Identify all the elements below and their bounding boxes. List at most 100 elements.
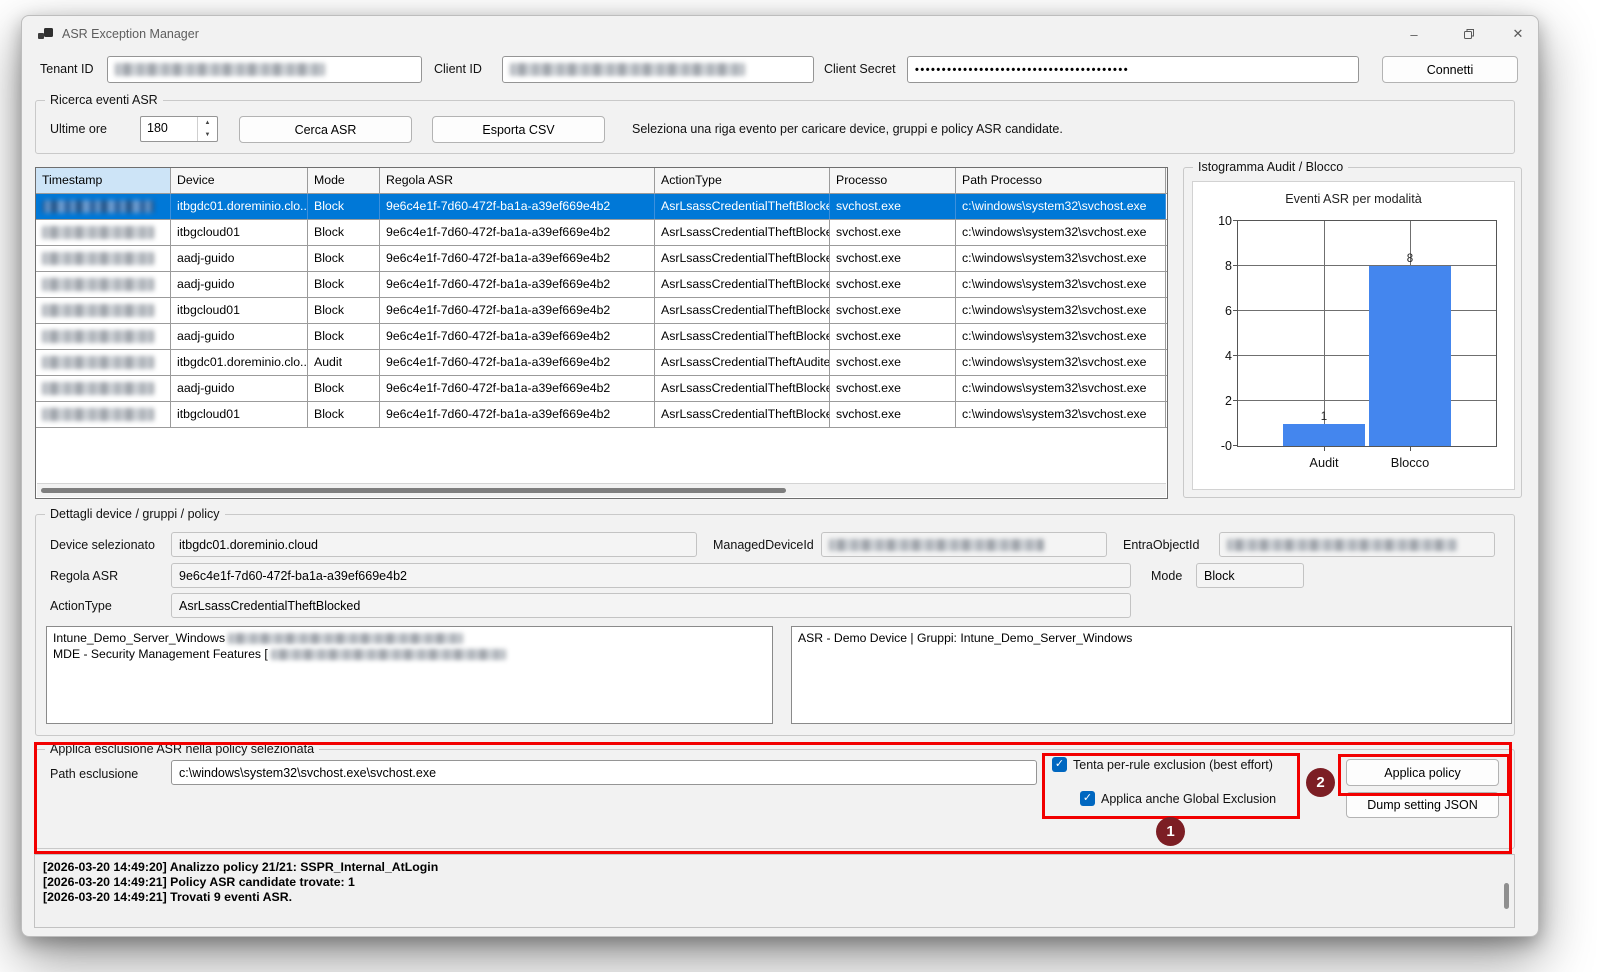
grid-cell[interactable]: itbgcloud01 xyxy=(171,402,308,427)
minimize-button[interactable]: – xyxy=(1394,22,1434,46)
table-row[interactable]: itbgcloud01Block9e6c4e1f-7d60-472f-ba1a-… xyxy=(36,298,1167,324)
grid-cell[interactable]: svchost.exe xyxy=(830,376,956,401)
grid-cell[interactable]: itbgdc01.doreminio.clo... xyxy=(171,350,308,375)
scrollbar-thumb[interactable] xyxy=(41,488,786,493)
grid-cell[interactable]: c:\windows\system32\svchost.exe xyxy=(956,220,1166,245)
grid-cell[interactable]: Block xyxy=(308,298,380,323)
grid-cell[interactable]: aadj-guido xyxy=(171,272,308,297)
grid-cell[interactable]: svchost.exe xyxy=(830,350,956,375)
maximize-button[interactable] xyxy=(1449,22,1489,46)
selected-device-field[interactable]: itbgdc01.doreminio.cloud xyxy=(171,532,697,557)
grid-cell[interactable]: c:\windows\system32\svchost.exe xyxy=(956,272,1166,297)
table-row[interactable]: aadj-guidoBlock9e6c4e1f-7d60-472f-ba1a-a… xyxy=(36,376,1167,402)
list-item[interactable]: MDE - Security Management Features [ xyxy=(53,646,766,662)
mode-field[interactable]: Block xyxy=(1196,563,1304,588)
groups-list[interactable]: ASR - Demo Device | Gruppi: Intune_Demo_… xyxy=(791,626,1512,724)
grid-cell[interactable]: AsrLsassCredentialTheftBlocked xyxy=(655,220,830,245)
dump-json-button[interactable]: Dump setting JSON xyxy=(1346,792,1499,818)
managed-device-id-field[interactable] xyxy=(821,532,1107,557)
grid-cell[interactable]: Block xyxy=(308,272,380,297)
title-bar[interactable]: ASR Exception Manager – ✕ xyxy=(22,16,1538,52)
grid-cell[interactable]: svchost.exe xyxy=(830,324,956,349)
log-output[interactable]: [2026-03-20 14:49:20] Analizzo policy 21… xyxy=(34,854,1515,928)
grid-cell[interactable]: aadj-guido xyxy=(171,324,308,349)
grid-cell[interactable]: 9e6c4e1f-7d60-472f-ba1a-a39ef669e4b2 xyxy=(380,402,655,427)
entra-object-id-field[interactable] xyxy=(1219,532,1495,557)
grid-cell[interactable]: AsrLsassCredentialTheftBlocked xyxy=(655,272,830,297)
grid-cell[interactable]: itbgcloud01 xyxy=(171,220,308,245)
grid-cell[interactable]: Block xyxy=(308,246,380,271)
apply-policy-button[interactable]: Applica policy xyxy=(1346,759,1499,786)
table-row[interactable]: itbgcloud01Block9e6c4e1f-7d60-472f-ba1a-… xyxy=(36,402,1167,428)
column-header[interactable]: Mode xyxy=(308,168,380,193)
grid-cell[interactable]: 9e6c4e1f-7d60-472f-ba1a-a39ef669e4b2 xyxy=(380,272,655,297)
grid-cell[interactable]: AsrLsassCredentialTheftBlocked xyxy=(655,402,830,427)
grid-cell[interactable]: svchost.exe xyxy=(830,402,956,427)
stepper-arrows[interactable]: ▲▼ xyxy=(197,117,217,141)
grid-cell[interactable]: AsrLsassCredentialTheftBlocked xyxy=(655,194,830,219)
grid-cell[interactable]: c:\windows\system32\svchost.exe xyxy=(956,350,1166,375)
grid-cell[interactable]: 9e6c4e1f-7d60-472f-ba1a-a39ef669e4b2 xyxy=(380,194,655,219)
export-csv-button[interactable]: Esporta CSV xyxy=(432,116,605,143)
table-row[interactable]: aadj-guidoBlock9e6c4e1f-7d60-472f-ba1a-a… xyxy=(36,272,1167,298)
grid-cell[interactable]: aadj-guido xyxy=(171,376,308,401)
table-row[interactable]: itbgdc01.doreminio.clo...Block9e6c4e1f-7… xyxy=(36,194,1167,220)
grid-cell[interactable]: svchost.exe xyxy=(830,194,956,219)
list-item[interactable]: ASR - Demo Device | Gruppi: Intune_Demo_… xyxy=(798,630,1505,646)
grid-cell[interactable]: 9e6c4e1f-7d60-472f-ba1a-a39ef669e4b2 xyxy=(380,220,655,245)
per-rule-exclusion-checkbox[interactable]: ✓ Tenta per-rule exclusion (best effort) xyxy=(1052,757,1273,772)
column-header[interactable]: Timestamp xyxy=(36,168,171,193)
grid-cell[interactable]: 9e6c4e1f-7d60-472f-ba1a-a39ef669e4b2 xyxy=(380,376,655,401)
grid-cell[interactable]: c:\windows\system32\svchost.exe xyxy=(956,402,1166,427)
grid-cell[interactable]: aadj-guido xyxy=(171,246,308,271)
close-button[interactable]: ✕ xyxy=(1498,22,1538,46)
table-row[interactable]: itbgcloud01Block9e6c4e1f-7d60-472f-ba1a-… xyxy=(36,220,1167,246)
client-id-input[interactable] xyxy=(502,56,814,83)
hours-stepper[interactable]: 180 ▲▼ xyxy=(140,116,218,142)
connect-button[interactable]: Connetti xyxy=(1382,56,1518,83)
events-grid[interactable]: TimestampDeviceModeRegola ASRActionTypeP… xyxy=(35,167,1168,499)
grid-cell[interactable]: svchost.exe xyxy=(830,298,956,323)
grid-cell[interactable]: c:\windows\system32\svchost.exe xyxy=(956,246,1166,271)
column-header[interactable]: Path Processo xyxy=(956,168,1166,193)
column-header[interactable]: ActionType xyxy=(655,168,830,193)
exclusion-path-input[interactable]: c:\windows\system32\svchost.exe\svchost.… xyxy=(171,760,1037,785)
grid-cell[interactable]: Audit xyxy=(308,350,380,375)
grid-cell[interactable]: c:\windows\system32\svchost.exe xyxy=(956,376,1166,401)
grid-cell[interactable]: svchost.exe xyxy=(830,246,956,271)
grid-cell[interactable]: Block xyxy=(308,376,380,401)
global-exclusion-checkbox[interactable]: ✓ Applica anche Global Exclusion xyxy=(1080,791,1276,806)
grid-cell[interactable]: AsrLsassCredentialTheftBlocked xyxy=(655,246,830,271)
column-header[interactable]: Device xyxy=(171,168,308,193)
grid-cell[interactable]: c:\windows\system32\svchost.exe xyxy=(956,324,1166,349)
grid-cell[interactable]: Block xyxy=(308,324,380,349)
grid-cell[interactable]: itbgdc01.doreminio.clo... xyxy=(171,194,308,219)
search-asr-button[interactable]: Cerca ASR xyxy=(239,116,412,143)
tenant-id-input[interactable] xyxy=(107,56,422,83)
grid-cell[interactable]: c:\windows\system32\svchost.exe xyxy=(956,298,1166,323)
column-header[interactable]: Processo xyxy=(830,168,956,193)
grid-cell[interactable]: 9e6c4e1f-7d60-472f-ba1a-a39ef669e4b2 xyxy=(380,246,655,271)
grid-cell[interactable]: svchost.exe xyxy=(830,220,956,245)
table-row[interactable]: aadj-guidoBlock9e6c4e1f-7d60-472f-ba1a-a… xyxy=(36,246,1167,272)
stepper-down-icon[interactable]: ▼ xyxy=(198,129,217,141)
grid-cell[interactable]: Block xyxy=(308,402,380,427)
asr-rule-field[interactable]: 9e6c4e1f-7d60-472f-ba1a-a39ef669e4b2 xyxy=(171,563,1131,588)
grid-cell[interactable]: AsrLsassCredentialTheftBlocked xyxy=(655,298,830,323)
table-row[interactable]: itbgdc01.doreminio.clo...Audit9e6c4e1f-7… xyxy=(36,350,1167,376)
action-type-field[interactable]: AsrLsassCredentialTheftBlocked xyxy=(171,593,1131,618)
list-item[interactable]: Intune_Demo_Server_Windows xyxy=(53,630,766,646)
grid-cell[interactable]: Block xyxy=(308,220,380,245)
grid-cell[interactable]: AsrLsassCredentialTheftBlocked xyxy=(655,324,830,349)
grid-cell[interactable]: c:\windows\system32\svchost.exe xyxy=(956,194,1166,219)
client-secret-input[interactable]: •••••••••••••••••••••••••••••••••••••••• xyxy=(907,56,1359,83)
grid-horizontal-scrollbar[interactable] xyxy=(37,483,1166,497)
policy-list[interactable]: Intune_Demo_Server_Windows MDE - Securit… xyxy=(46,626,773,724)
grid-cell[interactable]: itbgcloud01 xyxy=(171,298,308,323)
log-scrollbar-thumb[interactable] xyxy=(1504,883,1509,909)
grid-cell[interactable]: svchost.exe xyxy=(830,272,956,297)
stepper-up-icon[interactable]: ▲ xyxy=(198,117,217,129)
table-row[interactable]: aadj-guidoBlock9e6c4e1f-7d60-472f-ba1a-a… xyxy=(36,324,1167,350)
grid-cell[interactable]: 9e6c4e1f-7d60-472f-ba1a-a39ef669e4b2 xyxy=(380,350,655,375)
grid-cell[interactable]: 9e6c4e1f-7d60-472f-ba1a-a39ef669e4b2 xyxy=(380,298,655,323)
